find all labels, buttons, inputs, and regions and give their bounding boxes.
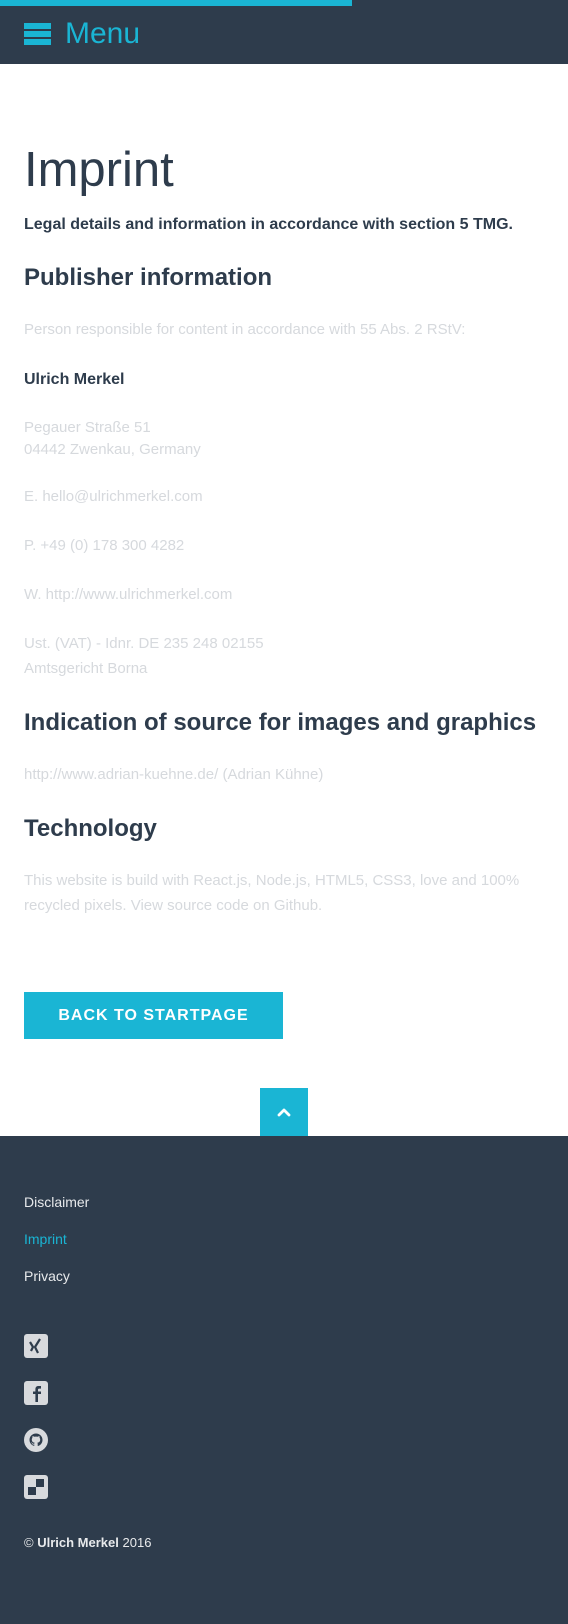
technology-text-line-2[interactable]: recycled pixels. View source code on Git…: [24, 895, 322, 917]
vat-id: Ust. (VAT) - Idnr. DE 235 248 02155: [24, 635, 264, 652]
technology-heading: Technology: [24, 815, 157, 842]
page-lead: Legal details and information in accorda…: [24, 216, 513, 233]
footer-link-privacy[interactable]: Privacy: [24, 1266, 70, 1286]
copyright: © Ulrich Merkel 2016: [24, 1533, 151, 1553]
publisher-name: Ulrich Merkel: [24, 371, 125, 388]
footer-link-imprint[interactable]: Imprint: [24, 1229, 67, 1249]
address-line-2: 04442 Zwenkau, Germany: [24, 441, 201, 458]
website-link[interactable]: W. http://www.ulrichmerkel.com: [24, 584, 232, 606]
facebook-icon[interactable]: [24, 1381, 48, 1405]
back-to-startpage-button[interactable]: BACK TO STARTPAGE: [24, 992, 283, 1039]
menu-label: Menu: [65, 17, 141, 50]
delicious-icon[interactable]: [24, 1475, 48, 1499]
menu-button[interactable]: Menu: [24, 16, 140, 52]
technology-text-line-1: This website is build with React.js, Nod…: [24, 872, 520, 889]
footer-link-disclaimer[interactable]: Disclaimer: [24, 1192, 89, 1212]
email-link[interactable]: E. hello@ulrichmerkel.com: [24, 486, 203, 508]
copyright-year: 2016: [122, 1535, 152, 1550]
chevron-up-icon: [277, 1108, 291, 1117]
hamburger-icon: [24, 23, 51, 45]
images-source-heading: Indication of source for images and grap…: [24, 709, 537, 736]
site-header: Menu: [0, 0, 568, 64]
reading-progress-bar: [0, 0, 353, 6]
court-registry: Amtsgericht Borna: [24, 660, 148, 677]
responsible-note: Person responsible for content in accord…: [24, 321, 466, 338]
scroll-to-top-button[interactable]: [260, 1088, 308, 1136]
github-icon[interactable]: [24, 1428, 48, 1452]
copyright-symbol: ©: [24, 1535, 34, 1550]
images-source-link[interactable]: http://www.adrian-kuehne.de/ (Adrian Küh…: [24, 764, 323, 786]
xing-icon[interactable]: [24, 1334, 48, 1358]
phone-link[interactable]: P. +49 (0) 178 300 4282: [24, 535, 184, 557]
address-line-1: Pegauer Straße 51: [24, 419, 151, 436]
copyright-name: Ulrich Merkel: [37, 1535, 119, 1550]
page-title: Imprint: [24, 143, 174, 197]
publisher-heading: Publisher information: [24, 264, 273, 291]
